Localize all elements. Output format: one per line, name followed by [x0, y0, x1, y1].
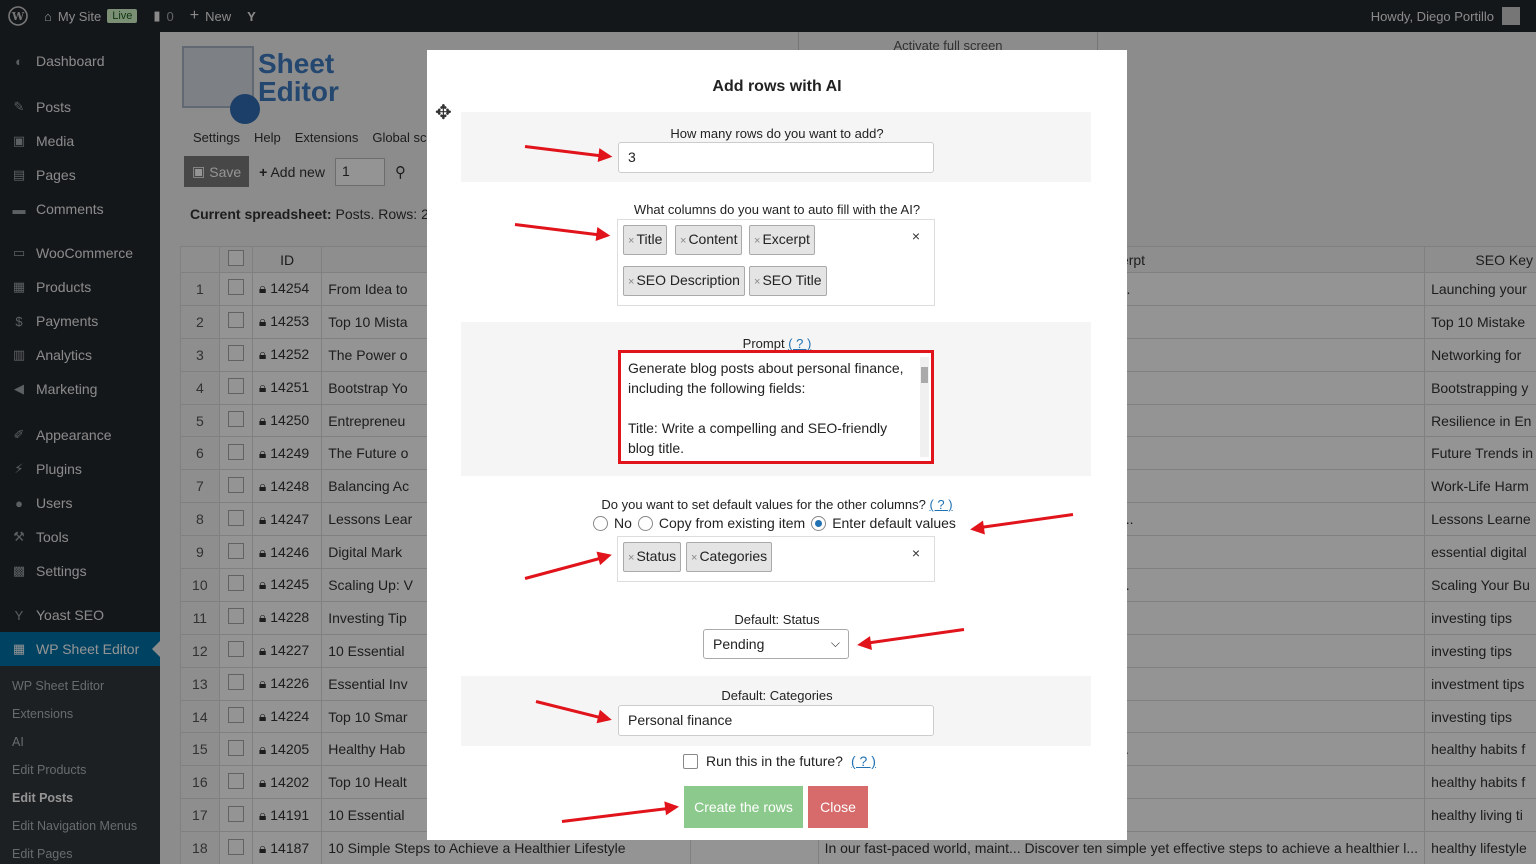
radio-no[interactable] [593, 515, 608, 531]
radio-enter-defaults[interactable] [811, 515, 827, 531]
tag-title[interactable]: × Title [623, 225, 668, 255]
prompt-scrollbar[interactable] [920, 357, 929, 457]
radio-copy[interactable] [637, 515, 653, 531]
tag-excerpt[interactable]: × Excerpt [749, 225, 815, 255]
tag-label: Content [688, 231, 738, 247]
move-icon[interactable]: ✥ [435, 100, 452, 125]
clear-all-icon[interactable]: × [912, 228, 920, 244]
create-rows-button[interactable]: Create the rows [684, 786, 803, 828]
prompt-help-link[interactable]: ( ? ) [788, 336, 811, 351]
add-rows-ai-modal: ✥ Add rows with AI How many rows do you … [427, 50, 1127, 840]
radio-copy-label[interactable]: Copy from existing item [659, 515, 805, 531]
defaults-question-row: Do you want to set default values for th… [427, 497, 1127, 512]
tag-label: Categories [699, 548, 768, 564]
run-future-label[interactable]: Run this in the future? [706, 753, 843, 769]
default-columns-tag-select[interactable]: × Status × Categories × [617, 536, 935, 582]
scrollbar-thumb[interactable] [921, 367, 928, 383]
tag-seo-title[interactable]: × SEO Title [749, 266, 827, 296]
columns-question: What columns do you want to auto fill wi… [633, 202, 921, 217]
remove-icon[interactable]: × [628, 276, 634, 288]
tag-seo-description[interactable]: × SEO Description [623, 266, 745, 296]
tag-label: Excerpt [762, 231, 810, 247]
chevron-down-icon: ⌵ [830, 636, 840, 650]
rows-question: How many rows do you want to add? [670, 126, 884, 141]
tag-label: Status [636, 548, 677, 564]
remove-icon[interactable]: × [628, 552, 634, 564]
tag-label: SEO Title [762, 272, 822, 288]
defaults-help-link[interactable]: ( ? ) [929, 497, 952, 512]
tag-label: Title [636, 231, 663, 247]
radio-no-label[interactable]: No [614, 515, 632, 531]
defaults-question: Do you want to set default values for th… [601, 497, 926, 512]
prompt-text: Generate blog posts about personal finan… [628, 360, 904, 456]
tag-status[interactable]: × Status [623, 542, 682, 572]
columns-tag-select[interactable]: × Title × Content × Excerpt × SEO Descriptio… [617, 219, 935, 306]
remove-icon[interactable]: × [691, 552, 697, 564]
remove-icon[interactable]: × [754, 276, 760, 288]
prompt-label-row: Prompt ( ? ) [427, 336, 1127, 351]
clear-all-icon[interactable]: × [912, 545, 920, 561]
default-status-select[interactable]: Pending ⌵ [703, 629, 849, 659]
remove-icon[interactable]: × [754, 235, 760, 247]
defaults-radio-group: No Copy from existing item Enter default… [593, 515, 956, 531]
default-categories-label: Default: Categories [721, 688, 833, 703]
default-status-value: Pending [713, 636, 765, 652]
prompt-label: Prompt [742, 336, 785, 351]
remove-icon[interactable]: × [628, 235, 634, 247]
tag-categories[interactable]: × Categories [686, 542, 773, 572]
default-status-label: Default: Status [734, 612, 820, 627]
run-future-row: Run this in the future? ( ? ) [683, 753, 876, 769]
remove-icon[interactable]: × [680, 235, 686, 247]
tag-label: SEO Description [636, 272, 740, 288]
tag-content[interactable]: × Content [675, 225, 743, 255]
rows-count-input[interactable]: 3 [618, 142, 934, 173]
close-button[interactable]: Close [808, 786, 868, 828]
radio-enter-label[interactable]: Enter default values [832, 515, 956, 531]
default-categories-input[interactable]: Personal finance [618, 705, 934, 736]
future-help-link[interactable]: ( ? ) [851, 753, 876, 769]
run-future-checkbox[interactable] [683, 753, 698, 769]
prompt-textarea[interactable]: Generate blog posts about personal finan… [618, 350, 934, 464]
modal-title: Add rows with AI [712, 78, 842, 95]
